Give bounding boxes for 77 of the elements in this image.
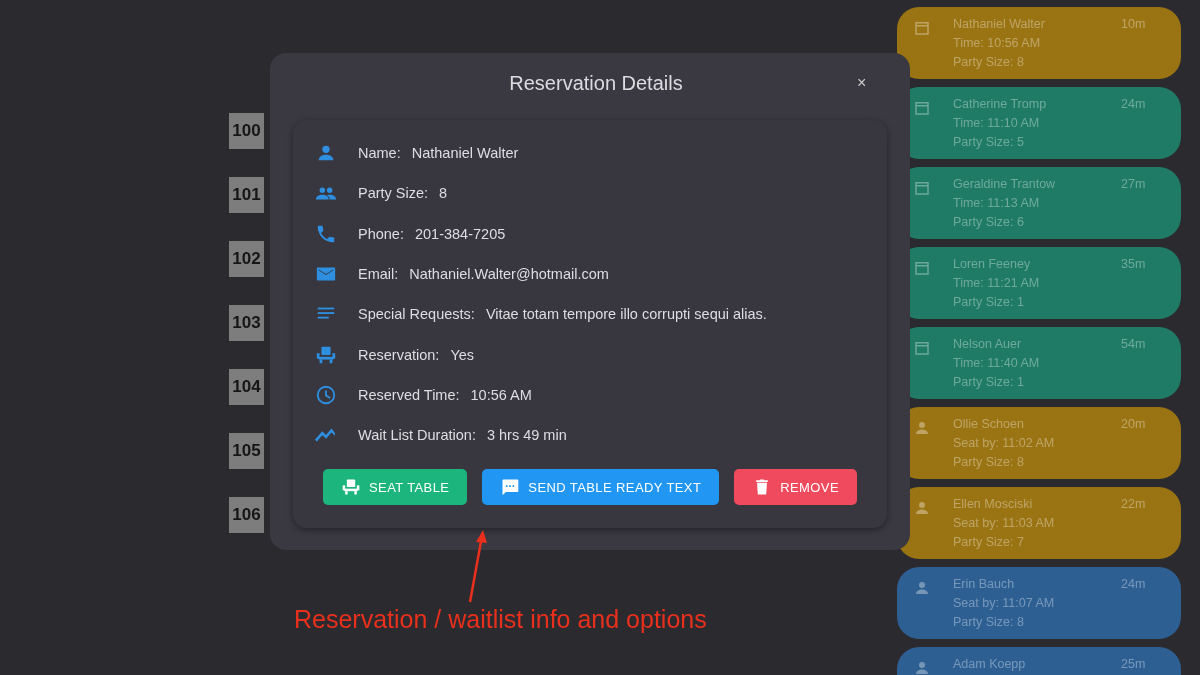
field-value: Yes <box>450 346 475 363</box>
field-label: Phone: <box>358 225 404 242</box>
close-button[interactable]: × <box>857 72 879 94</box>
table-tile[interactable]: 105 <box>229 433 264 469</box>
elapsed-time: 10m <box>1121 17 1146 31</box>
party-size-text: Party Size: 1 <box>953 375 1025 389</box>
party-size-text: Party Size: 7 <box>953 535 1025 549</box>
field-value: 10:56 AM <box>470 386 532 403</box>
calendar-icon <box>913 259 931 277</box>
guest-name: Ellen Mosciski <box>953 497 1034 511</box>
party-size-text: Party Size: 8 <box>953 615 1025 629</box>
field-value: 3 hrs 49 min <box>486 427 567 444</box>
elapsed-time: 35m <box>1121 257 1146 271</box>
table-tile[interactable]: 103 <box>229 305 264 341</box>
field-value: 201-384-7205 <box>414 225 506 242</box>
time-text: Seat by: 11:02 AM <box>953 436 1056 450</box>
dialog-title: Reservation Details <box>508 71 684 95</box>
guest-name: Geraldine Trantow <box>953 177 1057 191</box>
person-icon <box>913 659 931 675</box>
elapsed-time: 20m <box>1121 417 1146 431</box>
time-text: Time: 10:56 AM <box>953 36 1042 50</box>
guest-name: Catherine Tromp <box>953 97 1048 111</box>
time-text: Seat by: 11:07 AM <box>953 596 1056 610</box>
field-label: Reservation: <box>358 346 440 363</box>
time-text: Seat by: 11:03 AM <box>953 516 1056 530</box>
guest-name: Loren Feeney <box>953 257 1032 271</box>
field-label: Special Requests: <box>358 306 475 323</box>
time-text: Time: 11:40 AM <box>953 356 1041 370</box>
clock-icon <box>315 383 337 406</box>
field-label: Reserved Time: <box>358 386 460 403</box>
party-size-text: Party Size: 8 <box>953 455 1025 469</box>
field-value: Nathaniel Walter <box>411 145 519 162</box>
table-tile[interactable]: 104 <box>229 369 264 405</box>
send-text-button[interactable]: SEND TABLE READY TEXT <box>482 469 720 506</box>
field-label: Name: <box>358 145 401 162</box>
calendar-icon <box>913 179 931 197</box>
elapsed-time: 25m <box>1121 657 1146 671</box>
party-size-text: Party Size: 8 <box>953 55 1025 69</box>
person-icon <box>913 579 931 597</box>
elapsed-time: 22m <box>1121 497 1146 511</box>
calendar-icon <box>913 19 931 37</box>
queue-card[interactable]: Nathaniel Walter Time: 10:56 AM Party Size: 8 10m <box>897 7 1181 79</box>
queue-card[interactable]: Adam Koepp 25m <box>897 647 1181 675</box>
party-size-text: Party Size: 6 <box>953 215 1025 229</box>
field-value: Nathaniel.Walter@hotmail.com <box>409 266 609 283</box>
seat-table-button[interactable]: SEAT TABLE <box>323 469 468 506</box>
field-value: Vitae totam tempore illo corrupti sequi alias. <box>485 306 767 323</box>
guest-name: Ollie Schoen <box>953 417 1025 431</box>
table-tile[interactable]: 100 <box>229 113 264 149</box>
party-size-text: Party Size: 5 <box>953 135 1025 149</box>
time-text: Time: 11:21 AM <box>953 276 1041 290</box>
chair-icon <box>341 477 361 498</box>
party-size-text: Party Size: 1 <box>953 295 1025 309</box>
field-label: Email: <box>358 266 399 283</box>
time-text: Time: 11:13 AM <box>953 196 1041 210</box>
guest-name: Nelson Auer <box>953 337 1023 351</box>
remove-button[interactable]: REMOVE <box>734 469 857 506</box>
annotation-text: Reservation / waitlist info and options <box>294 605 707 634</box>
guest-name: Adam Koepp <box>953 657 1027 671</box>
table-tile[interactable]: 106 <box>229 497 264 533</box>
person-icon <box>913 419 931 437</box>
field-value: 8 <box>439 185 448 202</box>
table-tile[interactable]: 102 <box>229 241 264 277</box>
field-label: Party Size: <box>358 185 429 202</box>
calendar-icon <box>913 99 931 117</box>
elapsed-time: 54m <box>1121 337 1146 351</box>
time-text: Time: 11:10 AM <box>953 116 1041 130</box>
elapsed-time: 24m <box>1121 97 1146 111</box>
person-icon <box>913 499 931 517</box>
elapsed-time: 27m <box>1121 177 1146 191</box>
guest-name: Erin Bauch <box>953 577 1016 591</box>
field-label: Wait List Duration: <box>358 427 476 444</box>
guest-name: Nathaniel Walter <box>953 17 1046 31</box>
table-tile[interactable]: 101 <box>229 177 264 213</box>
queue-card[interactable]: Erin Bauch Seat by: 11:07 AM Party Size: 8 24m <box>897 567 1181 639</box>
calendar-icon <box>913 339 931 357</box>
elapsed-time: 24m <box>1121 577 1146 591</box>
